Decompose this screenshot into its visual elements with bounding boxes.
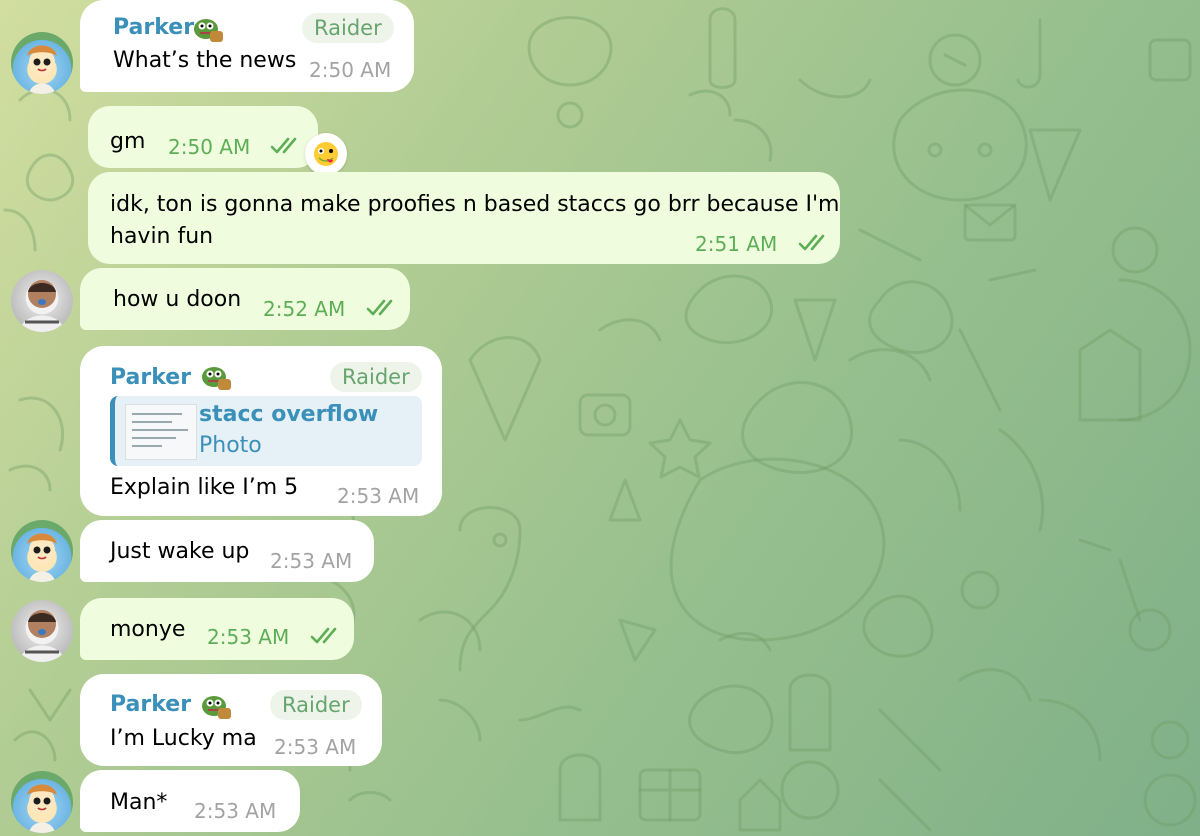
message-time: 2:52 AM [263,297,346,321]
message-text: gm [110,129,146,154]
message-bubble[interactable]: Man* 2:53 AM [80,770,300,832]
message-bubble[interactable]: Parker Raider What’s the news 2:50 AM [80,0,414,92]
sender-name[interactable]: Parker [110,365,191,390]
sender-name[interactable]: Parker [110,692,191,717]
reply-photo-thumbnail [125,404,197,460]
avatar-hoodie-user[interactable] [11,270,73,332]
message-time: 2:53 AM [274,735,357,759]
double-check-icon [798,234,825,251]
message-text: monye [110,617,186,642]
message-bubble[interactable]: Just wake up 2:53 AM [80,520,374,582]
message-time: 2:53 AM [337,484,420,508]
pepe-emoji-icon [194,19,223,42]
message-text: Just wake up [110,539,250,564]
avatar-parker[interactable] [11,520,73,582]
message-time: 2:53 AM [194,799,277,823]
pepe-emoji-icon [202,696,231,719]
pepe-emoji-icon [202,367,231,390]
avatar-parker[interactable] [11,32,73,94]
avatar-parker[interactable] [11,771,73,833]
role-badge: Raider [330,362,422,392]
double-check-icon [366,299,393,316]
message-time: 2:50 AM [168,135,251,159]
message-text: Explain like I’m 5 [110,475,299,500]
message-time: 2:50 AM [309,58,392,82]
double-check-icon [270,137,297,154]
message-text: how u doon [113,287,242,312]
message-text-line1: idk, ton is gonna make proofies n based … [110,192,840,217]
message-bubble[interactable]: how u doon 2:52 AM [80,268,410,330]
message-text: I’m Lucky ma [110,726,257,751]
message-text: What’s the news [113,48,297,73]
reply-preview[interactable]: stacc overflow Photo [110,396,422,466]
avatar-hoodie-user[interactable] [11,600,73,662]
reply-title: stacc overflow [199,402,379,427]
message-time: 2:53 AM [207,625,290,649]
sender-name[interactable]: Parker [113,15,194,40]
message-time: 2:53 AM [270,549,353,573]
reply-subtitle: Photo [199,433,262,458]
message-bubble[interactable]: idk, ton is gonna make proofies n based … [88,172,840,264]
double-check-icon [310,627,337,644]
message-bubble[interactable]: Parker Raider I’m Lucky ma 2:53 AM [80,674,382,766]
role-badge: Raider [302,13,394,43]
message-bubble[interactable]: gm 2:50 AM [88,106,318,168]
message-text: Man* [110,790,168,815]
role-badge: Raider [270,690,362,720]
message-bubble[interactable]: monye 2:53 AM [80,598,354,660]
message-time: 2:51 AM [695,232,778,256]
message-text-line2: havin fun [110,224,214,249]
zany-face-emoji[interactable] [305,133,347,175]
